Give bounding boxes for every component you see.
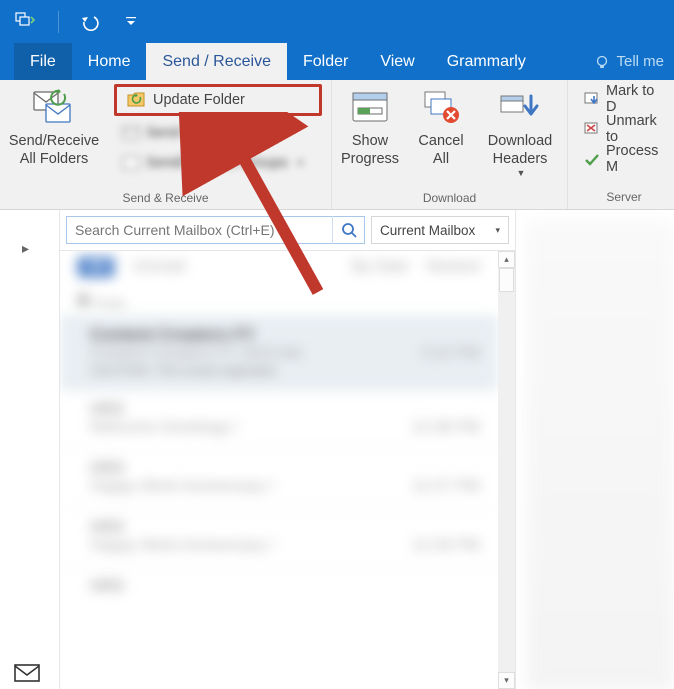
qat-separator bbox=[58, 11, 59, 33]
tab-home[interactable]: Home bbox=[72, 43, 147, 80]
send-all-button[interactable]: Send All bbox=[114, 120, 322, 146]
send-receive-all-folders-button[interactable]: Send/Receive All Folders bbox=[0, 80, 108, 191]
send-receive-qat-button[interactable] bbox=[12, 8, 40, 36]
search-scope-dropdown[interactable]: Current Mailbox ▾ bbox=[371, 216, 509, 244]
unmark-to-download-icon bbox=[584, 122, 600, 136]
scrollbar[interactable]: ▴ ▾ bbox=[498, 251, 515, 689]
undo-button[interactable] bbox=[77, 8, 105, 36]
message-item[interactable]: HRD bbox=[60, 568, 498, 608]
chevron-down-icon: ▾ bbox=[495, 225, 500, 236]
mark-to-download-button[interactable]: Mark to D bbox=[580, 86, 668, 112]
tab-grammarly[interactable]: Grammarly bbox=[431, 43, 542, 80]
process-marked-headers-button[interactable]: Process M bbox=[580, 146, 668, 172]
expand-nav-icon[interactable]: ▸ bbox=[22, 240, 29, 257]
search-input[interactable] bbox=[67, 222, 332, 238]
quick-access-toolbar bbox=[0, 0, 674, 43]
scroll-up-button[interactable]: ▴ bbox=[498, 251, 515, 268]
mark-to-download-icon bbox=[584, 92, 600, 106]
tab-view[interactable]: View bbox=[364, 43, 430, 80]
ribbon: Send/Receive All Folders Update Folder S… bbox=[0, 80, 674, 210]
cancel-all-button[interactable]: Cancel All bbox=[408, 80, 474, 191]
send-receive-all-icon bbox=[30, 86, 78, 130]
ribbon-tabs: File Home Send / Receive Folder View Gra… bbox=[0, 43, 674, 80]
filter-bar[interactable]: All Unread By Date Newest bbox=[60, 253, 498, 285]
message-item[interactable]: HRD Happy Work Anniversary !12:27 PM bbox=[60, 450, 498, 509]
download-headers-icon bbox=[499, 86, 541, 130]
reading-pane bbox=[515, 210, 674, 689]
tab-send-receive[interactable]: Send / Receive bbox=[146, 43, 287, 80]
show-progress-icon bbox=[350, 86, 390, 130]
scroll-thumb[interactable] bbox=[499, 268, 514, 292]
message-item[interactable]: HRD Welcome Greetings !12:38 PM bbox=[60, 391, 498, 450]
unmark-to-download-button[interactable]: Unmark to bbox=[580, 116, 668, 142]
chevron-down-icon: ▼ bbox=[296, 158, 305, 168]
date-group-header: Today bbox=[60, 285, 498, 315]
send-receive-all-label: Send/Receive All Folders bbox=[9, 132, 99, 168]
chevron-down-icon: ▼ bbox=[517, 168, 526, 178]
scroll-down-button[interactable]: ▾ bbox=[498, 672, 515, 689]
collapsed-nav-pane: ▸ bbox=[0, 210, 60, 689]
message-item[interactable]: Content Creators FY Content Creators FY … bbox=[60, 315, 498, 391]
lightbulb-icon bbox=[594, 54, 610, 70]
download-headers-button[interactable]: Download Headers ▼ bbox=[474, 80, 566, 191]
qat-customize-dropdown[interactable] bbox=[123, 8, 139, 36]
group-label-send-receive: Send & Receive bbox=[0, 191, 331, 209]
process-marked-icon bbox=[584, 152, 600, 166]
update-folder-icon bbox=[127, 91, 147, 109]
tab-folder[interactable]: Folder bbox=[287, 43, 364, 80]
send-receive-groups-icon bbox=[122, 156, 140, 170]
group-label-server: Server bbox=[574, 190, 674, 209]
search-box[interactable] bbox=[66, 216, 365, 244]
mail-module-icon[interactable] bbox=[14, 663, 40, 683]
send-receive-groups-button[interactable]: Send/Receive Groups ▼ bbox=[114, 150, 322, 176]
content-area: ▸ Current Mailbox ▾ All Unread B bbox=[0, 210, 674, 689]
tab-file[interactable]: File bbox=[14, 43, 72, 80]
send-all-icon bbox=[122, 126, 140, 140]
search-button[interactable] bbox=[332, 216, 364, 244]
cancel-all-icon bbox=[421, 86, 461, 130]
search-icon bbox=[341, 222, 357, 238]
show-progress-button[interactable]: Show Progress bbox=[332, 80, 408, 191]
group-label-download: Download bbox=[332, 191, 567, 209]
tell-me-input[interactable]: Tell me bbox=[580, 43, 674, 80]
message-item[interactable]: HRD Happy Work Anniversary !12:26 PM bbox=[60, 509, 498, 568]
update-folder-button[interactable]: Update Folder bbox=[114, 84, 322, 116]
message-list-pane: Current Mailbox ▾ All Unread By Date New… bbox=[60, 210, 515, 689]
